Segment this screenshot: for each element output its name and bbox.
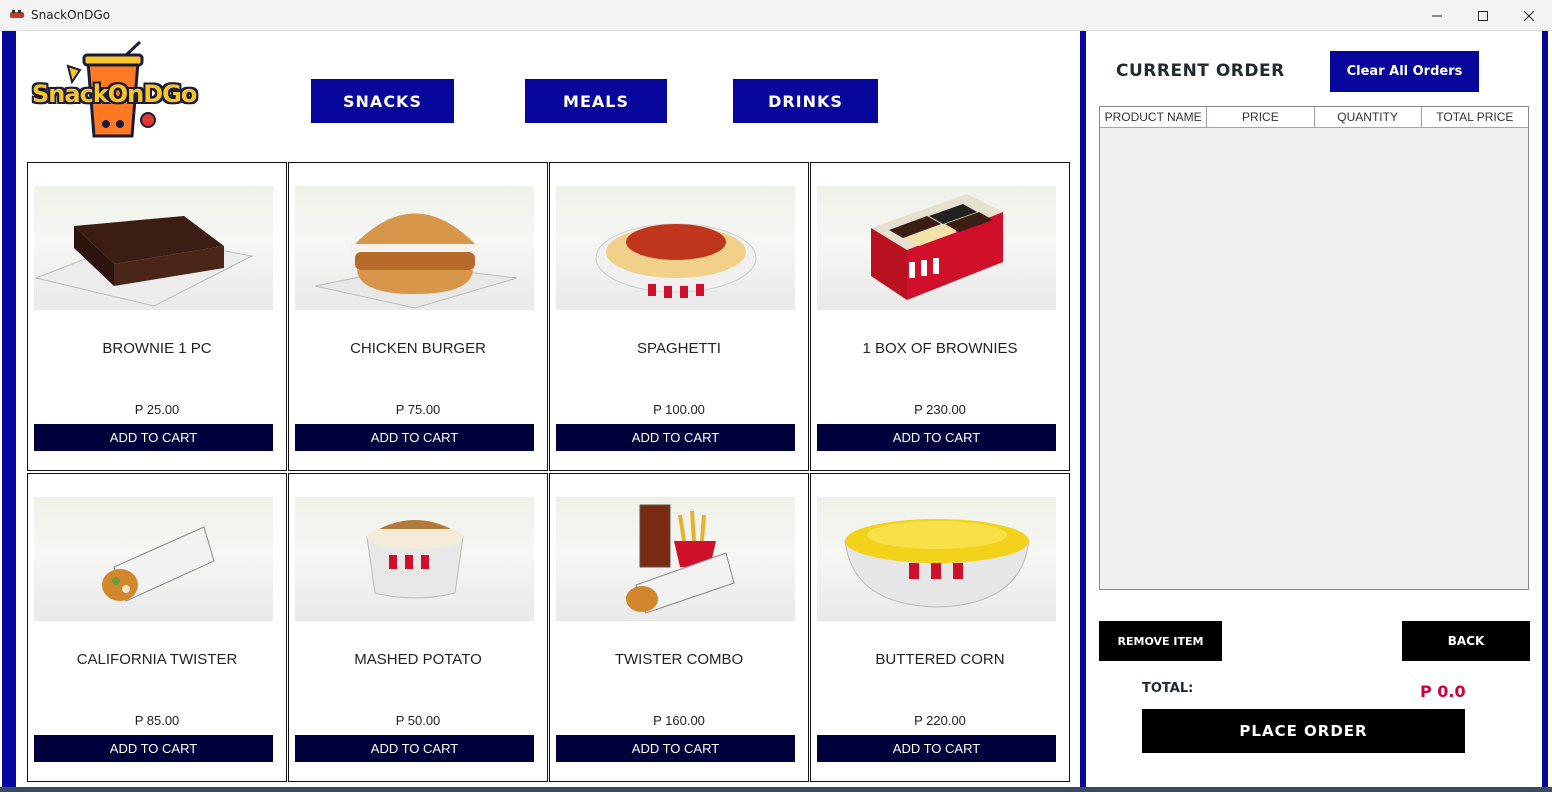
product-name: SPAGHETTI	[637, 340, 721, 357]
add-to-cart-button[interactable]: ADD TO CART	[556, 735, 795, 762]
snacks-category-button[interactable]: SNACKS	[311, 79, 454, 123]
close-icon	[1524, 10, 1534, 21]
product-name: 1 BOX OF BROWNIES	[862, 340, 1018, 357]
current-order-title: CURRENT ORDER	[1116, 61, 1285, 81]
add-to-cart-button[interactable]: ADD TO CART	[817, 735, 1056, 762]
drinks-category-button[interactable]: DRINKS	[733, 79, 878, 123]
product-card: 1 BOX OF BROWNIES P 230.00 ADD TO CART	[810, 162, 1070, 471]
product-price: P 75.00	[395, 402, 441, 417]
mashed-potato-cup-image	[295, 497, 534, 621]
remove-item-button[interactable]: REMOVE ITEM	[1099, 621, 1222, 661]
meals-category-button[interactable]: MEALS	[525, 79, 667, 123]
product-price: P 50.00	[395, 713, 441, 728]
product-card: SPAGHETTI P 100.00 ADD TO CART	[549, 162, 809, 471]
add-to-cart-button[interactable]: ADD TO CART	[295, 735, 534, 762]
snackondgo-logo: SnackOnDGo	[28, 40, 210, 146]
close-button[interactable]	[1506, 0, 1552, 31]
product-price: P 230.00	[914, 402, 966, 417]
twister-combo-image	[556, 497, 795, 621]
maximize-icon	[1478, 10, 1488, 21]
order-table[interactable]: PRODUCT NAME PRICE QUANTITY TOTAL PRICE	[1099, 106, 1529, 590]
product-price: P 85.00	[134, 713, 180, 728]
column-header-product-name[interactable]: PRODUCT NAME	[1100, 107, 1208, 127]
column-header-price[interactable]: PRICE	[1207, 107, 1315, 127]
product-price: P 100.00	[653, 402, 705, 417]
column-header-quantity[interactable]: QUANTITY	[1315, 107, 1422, 127]
logo-text: SnackOnDGo	[32, 80, 197, 108]
spaghetti-bowl-image	[556, 186, 795, 310]
clear-all-orders-button[interactable]: Clear All Orders	[1330, 51, 1479, 92]
product-card: MASHED POTATO P 50.00 ADD TO CART	[288, 473, 548, 782]
product-card: TWISTER COMBO P 160.00 ADD TO CART	[549, 473, 809, 782]
maximize-button[interactable]	[1460, 0, 1506, 31]
taskbar-strip	[0, 787, 1552, 792]
app-icon	[10, 10, 24, 18]
add-to-cart-button[interactable]: ADD TO CART	[817, 424, 1056, 451]
order-table-header: PRODUCT NAME PRICE QUANTITY TOTAL PRICE	[1100, 107, 1528, 128]
add-to-cart-button[interactable]: ADD TO CART	[34, 735, 273, 762]
minimize-icon	[1432, 15, 1442, 16]
back-button[interactable]: BACK	[1402, 621, 1530, 661]
place-order-button[interactable]: PLACE ORDER	[1142, 709, 1465, 753]
brownie-box-image	[817, 186, 1056, 310]
product-name: CALIFORNIA TWISTER	[76, 651, 238, 668]
frame-left-bar	[2, 31, 16, 792]
product-name: CHICKEN BURGER	[350, 340, 486, 357]
product-card: BROWNIE 1 PC P 25.00 ADD TO CART	[27, 162, 287, 471]
window-title: SnackOnDGo	[31, 8, 111, 22]
total-label: TOTAL:	[1142, 681, 1194, 696]
brownie-slice-image	[34, 186, 273, 310]
add-to-cart-button[interactable]: ADD TO CART	[295, 424, 534, 451]
panel-divider	[1080, 31, 1086, 792]
frame-right-bar	[1542, 31, 1548, 792]
total-value: P 0.0	[1420, 682, 1466, 701]
product-name: MASHED POTATO	[354, 651, 482, 668]
product-price: P 220.00	[914, 713, 966, 728]
add-to-cart-button[interactable]: ADD TO CART	[556, 424, 795, 451]
corn-bowl-image	[817, 497, 1056, 621]
chicken-burger-image	[295, 186, 534, 310]
product-price: P 25.00	[134, 402, 180, 417]
product-card: CHICKEN BURGER P 75.00 ADD TO CART	[288, 162, 548, 471]
title-bar: SnackOnDGo	[0, 0, 1552, 31]
product-name: TWISTER COMBO	[614, 651, 744, 668]
minimize-button[interactable]	[1414, 0, 1460, 31]
column-header-total-price[interactable]: TOTAL PRICE	[1422, 107, 1528, 127]
twister-wrap-image	[34, 497, 273, 621]
add-to-cart-button[interactable]: ADD TO CART	[34, 424, 273, 451]
product-name: BROWNIE 1 PC	[102, 340, 212, 357]
product-card: BUTTERED CORN P 220.00 ADD TO CART	[810, 473, 1070, 782]
product-price: P 160.00	[653, 713, 705, 728]
product-card: CALIFORNIA TWISTER P 85.00 ADD TO CART	[27, 473, 287, 782]
product-name: BUTTERED CORN	[875, 651, 1005, 668]
